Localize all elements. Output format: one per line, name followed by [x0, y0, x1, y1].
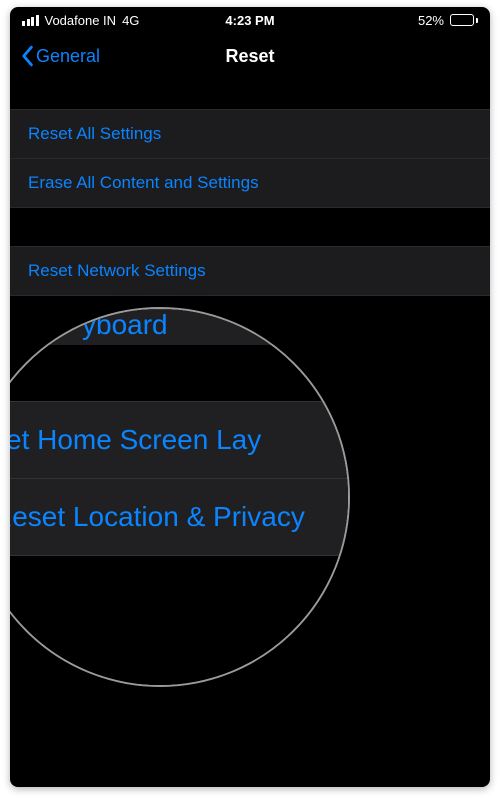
reset-list: Reset All Settings Erase All Content and… [10, 109, 490, 296]
reset-location-privacy-row[interactable]: Reset Location & Privacy [10, 478, 348, 555]
back-label: General [36, 46, 100, 67]
status-left: Vodafone IN 4G [22, 13, 139, 28]
phone-screen: Vodafone IN 4G 4:23 PM 52% General Reset… [10, 7, 490, 787]
page-title: Reset [225, 46, 274, 67]
magnifier-overlay: yboard set Home Screen Lay Reset Locatio… [10, 307, 350, 687]
signal-icon [22, 15, 39, 26]
reset-home-screen-row[interactable]: set Home Screen Lay [10, 401, 348, 478]
status-right: 52% [418, 13, 478, 28]
time-label: 4:23 PM [225, 13, 274, 28]
section-1: Reset All Settings Erase All Content and… [10, 109, 490, 208]
network-label: 4G [122, 13, 139, 28]
magnifier-bottom [10, 555, 348, 687]
carrier-label: Vodafone IN [45, 13, 117, 28]
section-2: Reset Network Settings [10, 246, 490, 296]
section-gap [10, 345, 348, 401]
reset-keyboard-row-partial[interactable]: yboard [10, 309, 348, 345]
reset-network-row[interactable]: Reset Network Settings [10, 246, 490, 296]
battery-percent: 52% [418, 13, 444, 28]
nav-bar: General Reset [10, 33, 490, 79]
erase-all-content-row[interactable]: Erase All Content and Settings [10, 158, 490, 208]
battery-icon [450, 14, 478, 26]
back-button[interactable]: General [20, 45, 100, 67]
magnifier-content: yboard set Home Screen Lay Reset Locatio… [10, 309, 348, 685]
status-bar: Vodafone IN 4G 4:23 PM 52% [10, 7, 490, 33]
chevron-left-icon [20, 45, 34, 67]
reset-all-settings-row[interactable]: Reset All Settings [10, 109, 490, 158]
